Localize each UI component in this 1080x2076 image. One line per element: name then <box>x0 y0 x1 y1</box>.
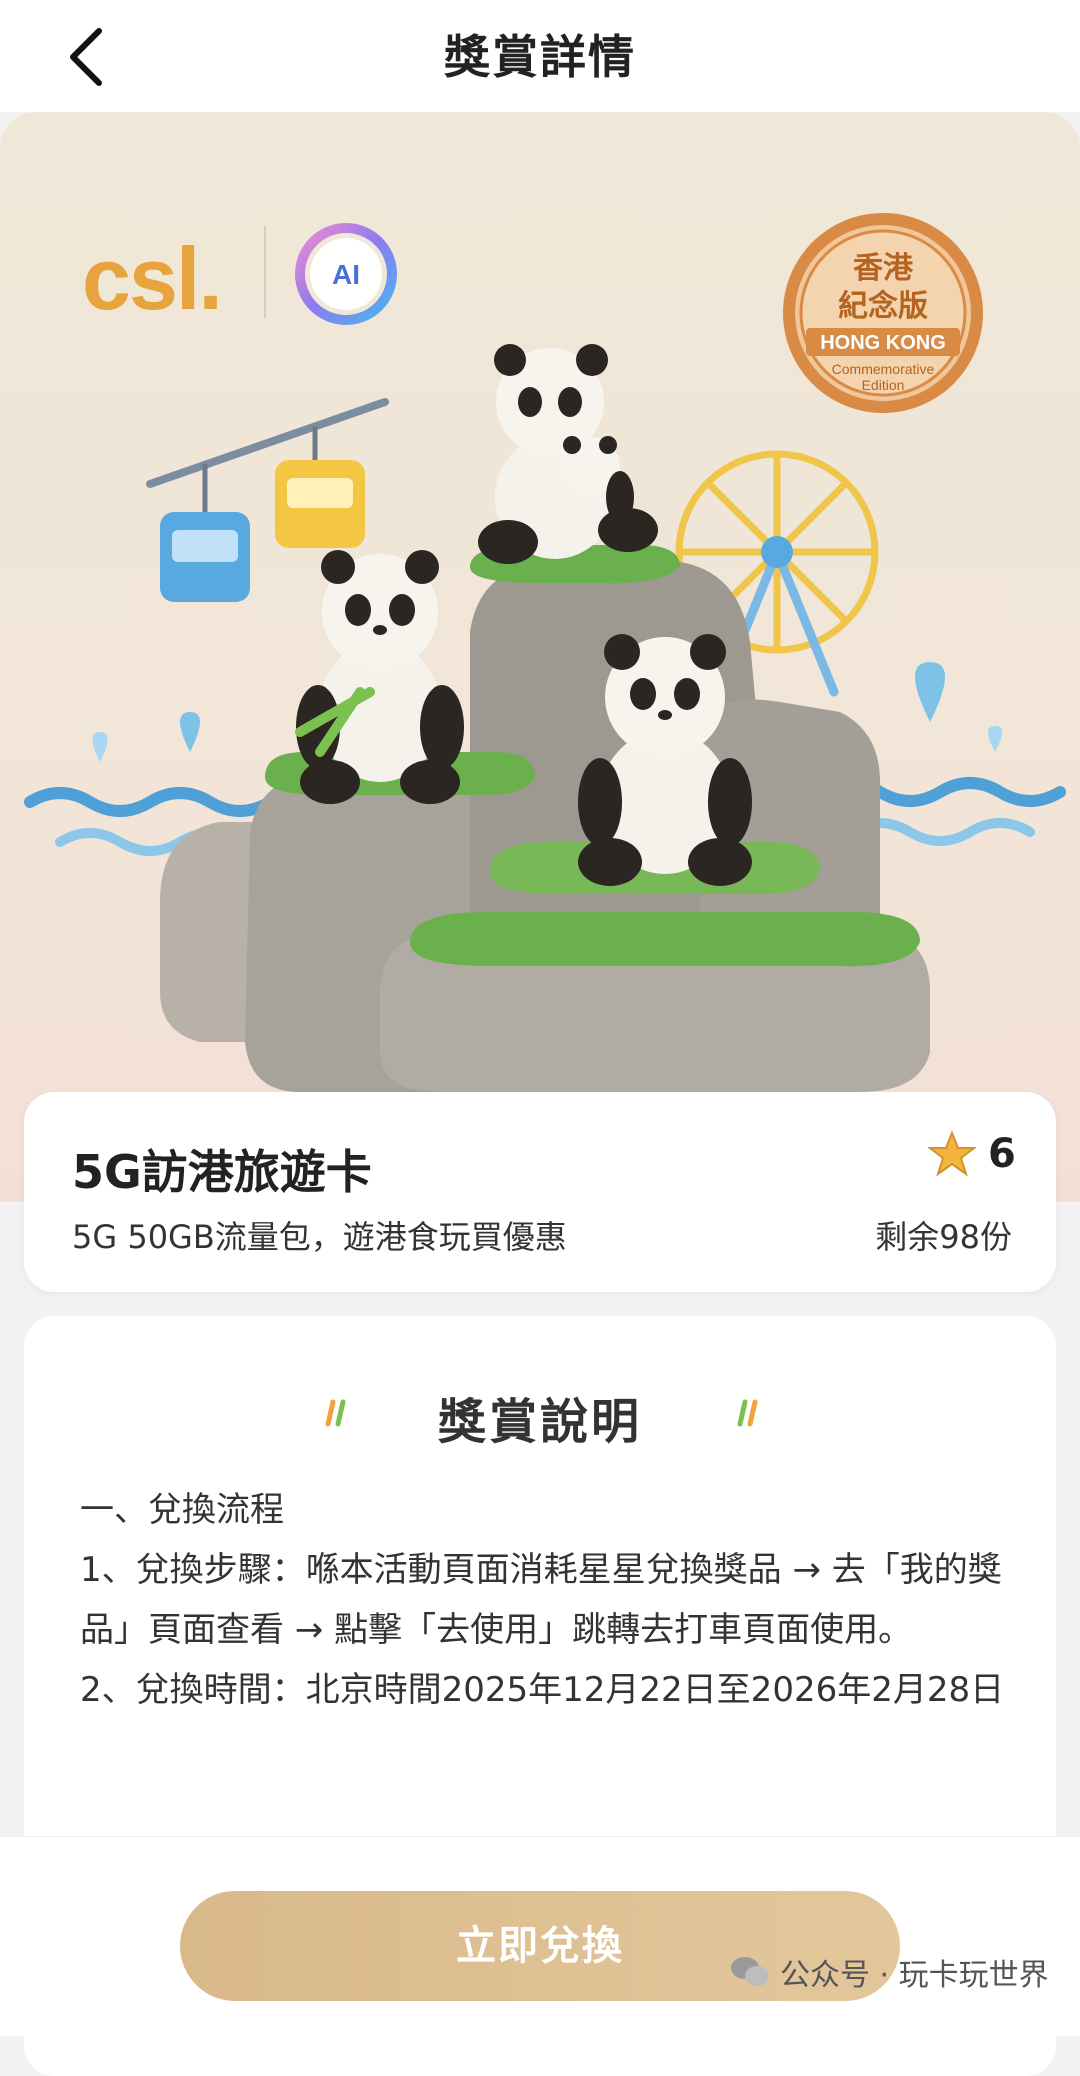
description-line: 一、兌換流程 <box>80 1490 284 1530</box>
star-icon <box>928 1130 976 1177</box>
reward-info-card: 5G訪港旅遊卡 5G 50GB流量包，遊港食玩買優惠 6 剩余98份 <box>24 1092 1056 1292</box>
svg-text:香港: 香港 <box>853 251 914 286</box>
remaining-stock: 剩余98份 <box>875 1218 1012 1256</box>
hero-banner: csl. AI 香港 紀念版 HONG KONG Commemorative E… <box>0 112 1080 1202</box>
ai-badge-label: AI <box>332 259 360 290</box>
csl-logo: csl. <box>82 229 223 328</box>
reward-description: 5G 50GB流量包，遊港食玩買優惠 <box>72 1218 567 1256</box>
svg-text:紀念版: 紀念版 <box>838 289 928 324</box>
description-line: 2、兌換時間：北京時間2025年12月22日至2026年2月28日 <box>80 1670 1005 1710</box>
logo-divider <box>264 226 266 318</box>
bottom-action-bar: 立即兌換 公众号 · 玩卡玩世界 <box>0 1836 1080 2036</box>
watermark: 公众号 · 玩卡玩世界 <box>730 1947 1049 1997</box>
section-title: 獎賞說明 <box>437 1394 642 1450</box>
back-button[interactable] <box>52 22 122 92</box>
description-text: 一、兌換流程 1、兌換步驟：喺本活動頁面消耗星星兌換獎品 → 去「我的獎品」頁面… <box>80 1480 1030 1720</box>
leaf-decoration-icon <box>737 1399 758 1427</box>
top-bar: 獎賞詳情 <box>0 0 1080 112</box>
page-title: 獎賞詳情 <box>444 30 636 84</box>
ai-badge: AI <box>294 222 398 326</box>
wechat-icon <box>731 1957 769 1986</box>
hong-kong-edition-seal: 香港 紀念版 HONG KONG Commemorative Edition <box>778 208 988 418</box>
chevron-left-icon <box>70 28 102 86</box>
star-cost: 6 <box>988 1131 1016 1177</box>
svg-text:Commemorative: Commemorative <box>832 361 935 377</box>
description-line: 1、兌換步驟：喺本活動頁面消耗星星兌換獎品 → 去「我的獎品」頁面查看 → 點擊… <box>80 1550 1002 1650</box>
reward-name: 5G訪港旅遊卡 <box>72 1145 372 1199</box>
svg-text:Edition: Edition <box>862 377 905 393</box>
svg-text:HONG KONG: HONG KONG <box>820 332 946 354</box>
watermark-text: 公众号 · 玩卡玩世界 <box>780 1958 1049 1993</box>
